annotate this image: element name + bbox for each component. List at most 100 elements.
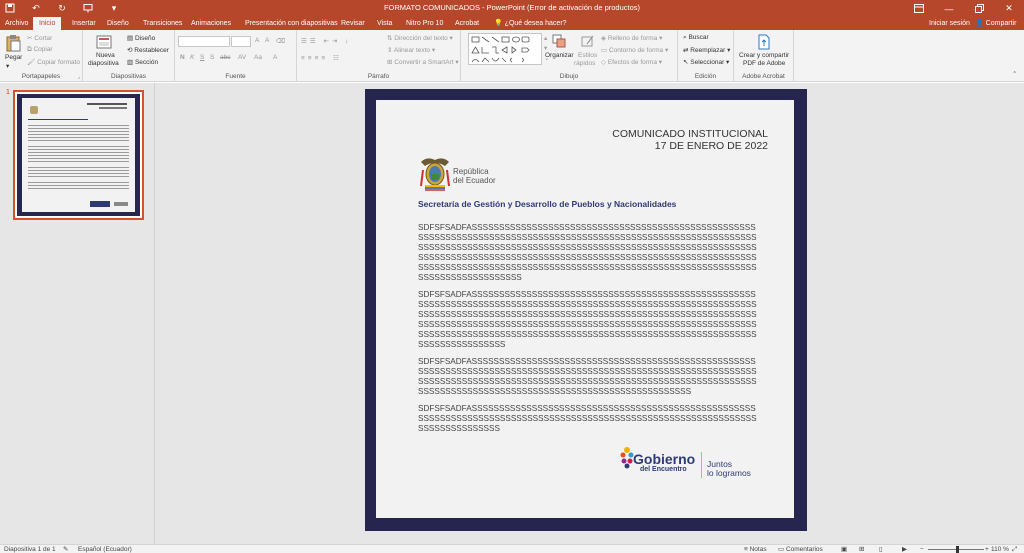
paste-icon[interactable] <box>4 34 22 52</box>
new-slide-icon[interactable] <box>96 34 112 50</box>
tab-nitro[interactable]: Nitro Pro 10 <box>406 17 443 30</box>
font-size-box[interactable] <box>231 36 251 47</box>
list-buttons-icon[interactable]: ☰☰ ⇤⇥ ↕ <box>301 37 351 45</box>
share-label: Compartir <box>985 20 1017 27</box>
slide-title-line-1: COMUNICADO INSTITUCIONAL <box>612 128 768 140</box>
tab-acrobat[interactable]: Acrobat <box>455 17 479 30</box>
tab-archivo[interactable]: Archivo <box>5 17 28 30</box>
body-paragraph-2: SDFSFSADFASSSSSSSSSSSSSSSSSSSSSSSSSSSSSS… <box>418 290 757 349</box>
new-slide-label-2[interactable]: diapositiva <box>88 60 119 67</box>
collapse-ribbon-icon[interactable]: ⌃ <box>1012 70 1017 78</box>
align-text-button[interactable]: ⇕ Alinear texto ▾ <box>387 46 435 54</box>
replace-button[interactable]: ⇄ Reemplazar ▾ <box>683 46 730 54</box>
tab-insertar[interactable]: Insertar <box>72 17 96 30</box>
zoom-out-icon[interactable]: − <box>920 545 924 553</box>
thumbnail-pane[interactable]: 1 <box>0 83 155 544</box>
group-acrobat: Crear y compartir PDF de Adobe Adobe Acr… <box>734 30 794 82</box>
arrange-button[interactable]: Organizar <box>545 52 574 59</box>
slide-sorter-icon[interactable]: ⊞ <box>859 545 864 553</box>
align-buttons-icon[interactable]: ≡≡≡≡ ☷ <box>301 54 342 62</box>
shape-effects-button[interactable]: ◇ Efectos de forma ▾ <box>601 58 662 66</box>
tab-transiciones[interactable]: Transiciones <box>143 17 182 30</box>
slide-title[interactable]: COMUNICADO INSTITUCIONAL 17 DE ENERO DE … <box>530 128 768 152</box>
tab-diseno[interactable]: Diseño <box>107 17 129 30</box>
font-color-button[interactable]: A <box>273 54 277 61</box>
bold-button[interactable]: N <box>180 54 185 61</box>
zoom-level[interactable]: 110 % <box>991 545 1009 553</box>
quick-styles-label-2[interactable]: rápidos <box>574 60 595 67</box>
slideshow-icon[interactable]: ▶ <box>902 545 907 553</box>
group-font: A A ⌫ N K S S abc AV Aa A Fuente <box>175 30 297 82</box>
reset-button[interactable]: ⟲ Restablecer <box>127 46 169 54</box>
format-painter-button[interactable]: 🖌 Copiar formato <box>27 58 80 66</box>
create-pdf-icon[interactable] <box>756 34 772 50</box>
tab-animaciones[interactable]: Animaciones <box>191 17 231 30</box>
clear-format-icon[interactable]: ⌫ <box>276 37 285 45</box>
paste-button[interactable]: Pegar <box>5 54 22 61</box>
copy-button[interactable]: ⧉ Copiar <box>27 46 53 54</box>
group-label-editing: Edición <box>694 73 717 80</box>
arrange-icon[interactable] <box>551 34 567 48</box>
text-direction-button[interactable]: ⇅ Dirección del texto ▾ <box>387 34 453 42</box>
strikethrough-button[interactable]: abc <box>220 54 230 61</box>
shapes-scroll-down-icon[interactable]: ▾ <box>544 44 547 52</box>
republic-line-1: República <box>453 167 489 176</box>
shape-outline-button[interactable]: ▭ Contorno de forma ▾ <box>601 46 668 54</box>
group-label-paragraph: Párrafo <box>367 73 390 80</box>
thumbnail-heading <box>28 119 88 120</box>
secretaria-heading[interactable]: Secretaría de Gestión y Desarrollo de Pu… <box>418 199 676 209</box>
paste-dropdown-icon[interactable]: ▾ <box>6 62 9 70</box>
comment-icon: ▭ <box>778 546 786 553</box>
effects-icon: ◇ <box>601 59 608 66</box>
language-indicator[interactable]: Español (Ecuador) <box>78 545 132 553</box>
shrink-font-icon[interactable]: A <box>265 37 269 44</box>
sign-in-link[interactable]: Iniciar sesión <box>929 17 970 30</box>
gobierno-logo-mark-icon <box>620 444 634 472</box>
tab-vista[interactable]: Vista <box>377 17 392 30</box>
tab-revisar[interactable]: Revisar <box>341 17 365 30</box>
share-button[interactable]: 👤 Compartir <box>975 17 1016 30</box>
tell-me-box[interactable]: 💡 ¿Qué desea hacer? <box>494 17 567 30</box>
smartart-button[interactable]: ⊞ Convertir a SmartArt ▾ <box>387 58 459 66</box>
change-case-button[interactable]: Aa <box>254 54 262 61</box>
cut-button[interactable]: ✂ Cortar <box>27 34 52 42</box>
layout-button[interactable]: ▤ Diseño <box>127 34 155 42</box>
normal-view-icon[interactable]: ▣ <box>841 545 847 553</box>
zoom-in-icon[interactable]: + <box>985 545 989 553</box>
fit-to-window-icon[interactable]: ⤢ <box>1012 545 1017 553</box>
select-button[interactable]: ↖ Seleccionar ▾ <box>683 58 729 66</box>
grow-font-icon[interactable]: A <box>255 37 259 44</box>
tab-inicio[interactable]: Inicio <box>33 17 62 30</box>
dialog-launcher-icon[interactable]: ⌟ <box>78 74 80 80</box>
reading-view-icon[interactable]: ▯ <box>879 545 883 553</box>
create-pdf-label-2[interactable]: PDF de Adobe <box>743 60 785 67</box>
body-text-box[interactable]: SDFSFSADFASSSSSSSSSSSSSSSSSSSSSSSSSSSSSS… <box>418 223 758 441</box>
font-family-box[interactable] <box>178 36 230 47</box>
quick-styles-icon[interactable] <box>580 34 596 48</box>
find-button[interactable]: ⌕ Buscar <box>683 34 709 42</box>
zoom-slider-thumb[interactable] <box>955 546 959 553</box>
minimize-icon[interactable]: — <box>934 0 964 17</box>
section-button[interactable]: ▥ Sección <box>127 58 158 66</box>
quick-styles-label-1[interactable]: Estilos <box>578 52 597 59</box>
slide-thumbnail[interactable] <box>13 90 144 220</box>
ribbon-display-icon[interactable] <box>904 0 934 17</box>
close-icon[interactable]: ✕ <box>994 0 1024 17</box>
shapes-gallery[interactable] <box>468 33 542 65</box>
person-icon: 👤 <box>975 20 984 27</box>
restore-icon[interactable] <box>964 0 994 17</box>
create-pdf-label-1[interactable]: Crear y compartir <box>739 52 789 59</box>
shadow-button[interactable]: S <box>210 54 214 61</box>
underline-button[interactable]: S <box>200 54 204 61</box>
comments-button[interactable]: ▭ Comentarios <box>778 545 823 553</box>
lightbulb-icon: 💡 <box>494 20 503 27</box>
spellcheck-icon[interactable]: ✎ <box>63 545 68 553</box>
slogan-line-2: lo logramos <box>707 468 751 478</box>
italic-button[interactable]: K <box>190 54 194 61</box>
tab-presentacion[interactable]: Presentación con diapositivas <box>245 17 338 30</box>
notes-button[interactable]: ≡ Notas <box>744 545 767 553</box>
shapes-scroll-up-icon[interactable]: ▴ <box>544 34 547 42</box>
new-slide-label-1[interactable]: Nueva <box>96 52 115 59</box>
char-spacing-button[interactable]: AV <box>238 54 246 61</box>
shape-fill-button[interactable]: ◈ Relleno de forma ▾ <box>601 34 662 42</box>
